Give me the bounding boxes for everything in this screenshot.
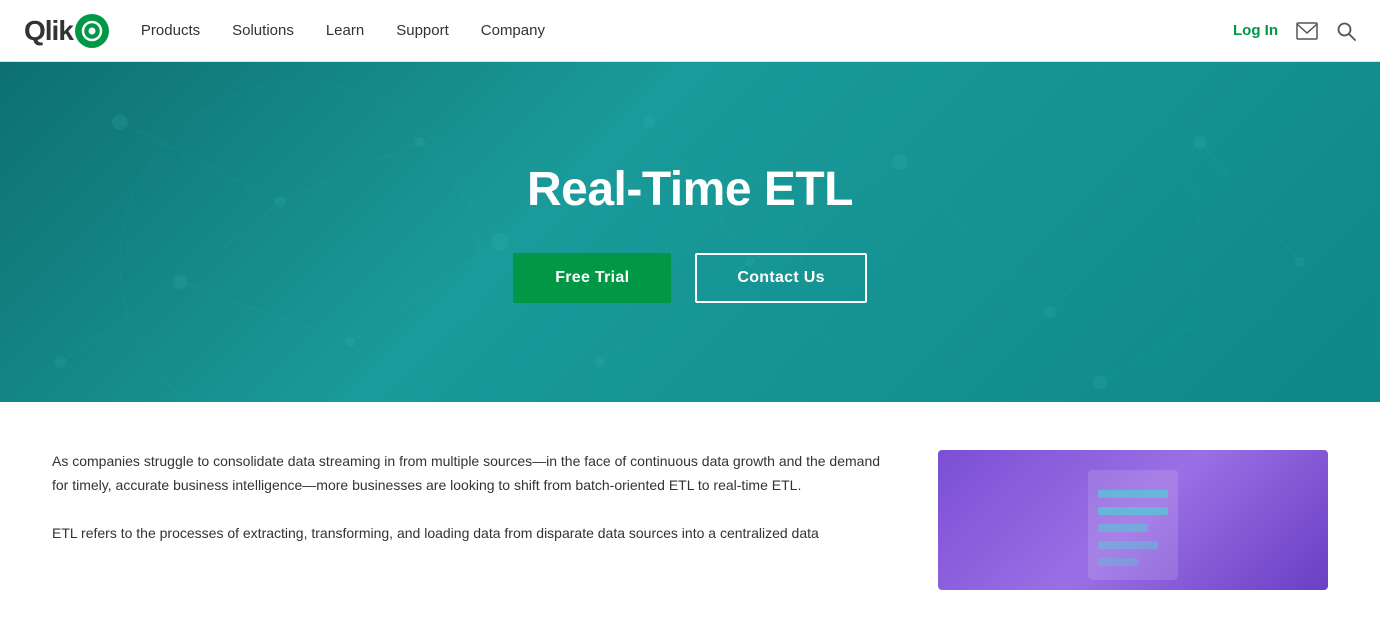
nav-support[interactable]: Support [396, 22, 449, 39]
contact-us-button[interactable]: Contact Us [695, 253, 866, 303]
hero-content: Real-Time ETL Free Trial Contact Us [513, 162, 867, 303]
hero-buttons: Free Trial Contact Us [513, 253, 867, 303]
content-section: As companies struggle to consolidate dat… [0, 402, 1380, 622]
content-text: As companies struggle to consolidate dat… [52, 450, 890, 590]
login-link[interactable]: Log In [1233, 22, 1278, 39]
nav-company[interactable]: Company [481, 22, 545, 39]
nav-solutions[interactable]: Solutions [232, 22, 294, 39]
content-paragraph-1: As companies struggle to consolidate dat… [52, 450, 890, 498]
mail-button[interactable] [1296, 22, 1318, 40]
content-paragraph-2: ETL refers to the processes of extractin… [52, 522, 890, 546]
hero-section: Real-Time ETL Free Trial Contact Us [0, 62, 1380, 402]
search-button[interactable] [1336, 21, 1356, 41]
nav-links: Products Solutions Learn Support Company [141, 22, 1233, 39]
content-illustration [1033, 455, 1233, 585]
mail-icon [1296, 22, 1318, 40]
logo-text: Qlik [24, 15, 73, 47]
nav-right: Log In [1233, 21, 1356, 41]
nav-learn[interactable]: Learn [326, 22, 364, 39]
free-trial-button[interactable]: Free Trial [513, 253, 671, 303]
search-icon [1336, 21, 1356, 41]
logo[interactable]: Qlik [24, 14, 109, 48]
navbar: Qlik Products Solutions Learn Support Co… [0, 0, 1380, 62]
logo-icon [75, 14, 109, 48]
nav-products[interactable]: Products [141, 22, 200, 39]
content-image [938, 450, 1328, 590]
hero-title: Real-Time ETL [527, 162, 853, 217]
